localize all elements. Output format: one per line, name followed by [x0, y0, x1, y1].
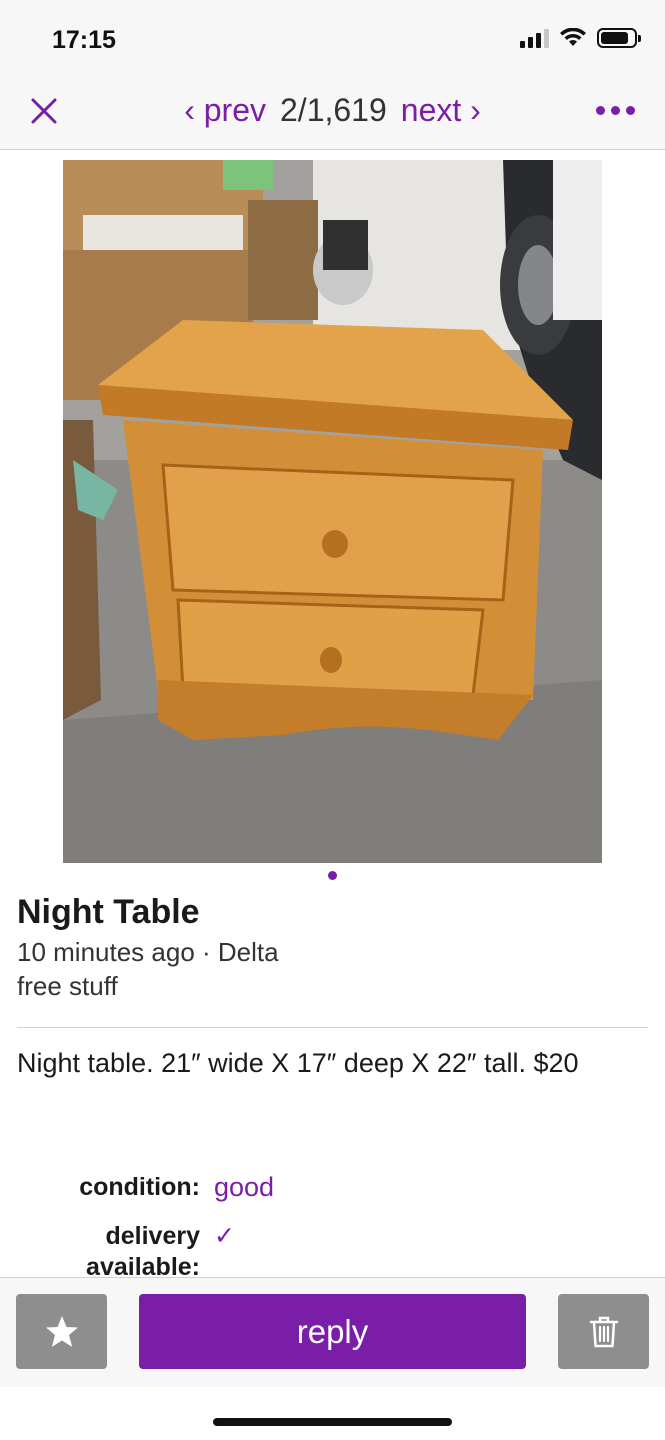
next-link[interactable]: next ›	[401, 92, 481, 128]
home-indicator[interactable]	[213, 1418, 452, 1426]
night-table-image	[63, 160, 602, 863]
attribute-label: condition:	[79, 1173, 200, 1201]
nav-bar: ‹ prev 2/1,619 next ›	[0, 80, 665, 150]
reply-button[interactable]: reply	[139, 1294, 526, 1369]
listing-photo[interactable]	[63, 160, 602, 863]
favorite-button[interactable]	[16, 1294, 107, 1369]
battery-icon	[597, 28, 641, 48]
star-icon	[45, 1315, 78, 1347]
listing-meta: 10 minutes ago · Delta	[17, 937, 279, 967]
wifi-icon	[560, 28, 586, 46]
status-time: 17:15	[52, 26, 116, 54]
home-area	[0, 1387, 665, 1440]
listing-title: Night Table	[17, 893, 200, 931]
image-page-dot[interactable]	[328, 871, 337, 880]
prev-link[interactable]: ‹ prev	[184, 92, 266, 128]
listing-description: Night table. 21″ wide X 17″ deep X 22″ t…	[17, 1048, 579, 1078]
post-position: 2/1,619	[280, 92, 387, 128]
attribute-value: ✓	[214, 1222, 235, 1250]
delete-button[interactable]	[558, 1294, 649, 1369]
status-bar: 17:15	[0, 0, 665, 80]
attribute-label: delivery available:	[86, 1222, 200, 1281]
more-icon[interactable]	[596, 106, 635, 115]
trash-icon	[589, 1316, 618, 1347]
pager: ‹ prev 2/1,619 next ›	[0, 92, 665, 129]
signal-icon	[520, 28, 549, 48]
attribute-value: good	[214, 1172, 275, 1202]
bottom-toolbar: reply	[0, 1277, 665, 1387]
divider	[17, 1027, 648, 1028]
listing-category: free stuff	[17, 971, 118, 1001]
status-icons	[520, 28, 641, 48]
